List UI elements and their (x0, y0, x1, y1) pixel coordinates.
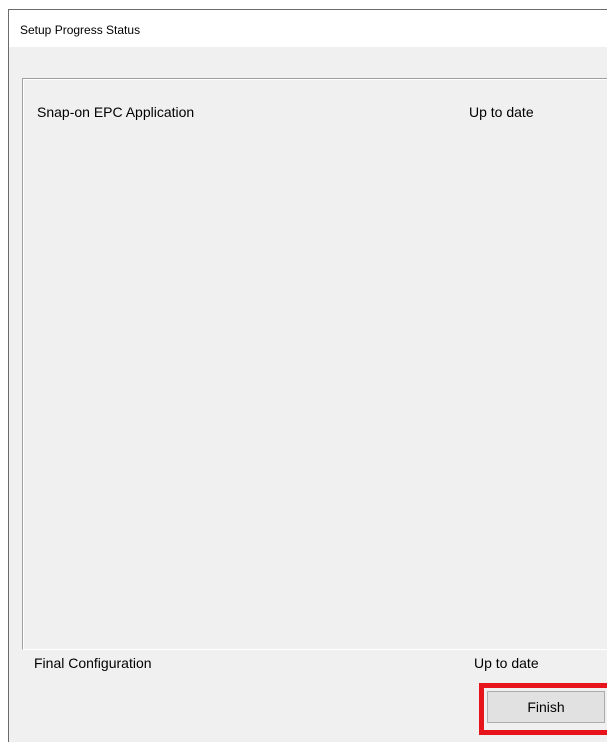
list-item-status: Up to date (469, 104, 534, 120)
list-item-name: Snap-on EPC Application (37, 104, 195, 120)
final-configuration-status: Up to date (474, 655, 539, 671)
title-bar: Setup Progress Status (9, 10, 607, 47)
finish-button[interactable]: Finish (487, 691, 605, 723)
final-configuration-label: Final Configuration (34, 655, 152, 671)
progress-list-panel: Snap-on EPC Application Up to date (22, 78, 607, 650)
window-title: Setup Progress Status (20, 23, 141, 37)
setup-progress-dialog: Setup Progress Status Snap-on EPC Applic… (8, 9, 607, 742)
